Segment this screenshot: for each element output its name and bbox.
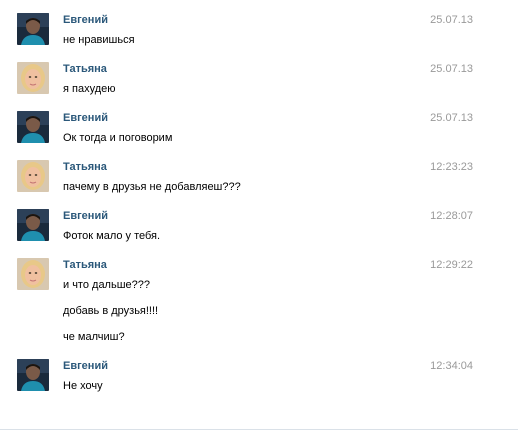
message-history: Евгений 25.07.13 не нравишься Татьяна 25… [0,0,518,434]
evgeny-avatar[interactable] [17,359,49,391]
message-text: пачему в друзья не добавляеш??? [63,181,241,193]
message-timestamp[interactable]: 25.07.13 [430,63,473,75]
tatyana-avatar[interactable] [17,258,49,290]
message-text: че малчиш? [63,331,125,343]
message-author[interactable]: Евгений [63,14,108,26]
divider [0,429,518,430]
evgeny-avatar[interactable] [17,13,49,45]
message-text: Не хочу [63,380,103,392]
message-text: не нравишься [63,34,135,46]
message-author[interactable]: Евгений [63,210,108,222]
message-text: и что дальше??? [63,279,151,291]
tatyana-avatar[interactable] [17,62,49,94]
message-timestamp[interactable]: 12:28:07 [430,210,473,222]
evgeny-avatar[interactable] [17,209,49,241]
message-timestamp[interactable]: 25.07.13 [430,14,473,26]
message-author[interactable]: Евгений [63,112,108,124]
message-timestamp[interactable]: 25.07.13 [430,112,473,124]
message-author[interactable]: Татьяна [63,259,107,271]
message-author[interactable]: Евгений [63,360,108,372]
message-timestamp[interactable]: 12:29:22 [430,259,473,271]
tatyana-avatar[interactable] [17,160,49,192]
message-timestamp[interactable]: 12:23:23 [430,161,473,173]
message-author[interactable]: Татьяна [63,63,107,75]
message-author[interactable]: Татьяна [63,161,107,173]
message-text: Ок тогда и поговорим [63,132,173,144]
evgeny-avatar[interactable] [17,111,49,143]
message-text: Фоток мало у тебя. [63,230,161,242]
message-timestamp[interactable]: 12:34:04 [430,360,473,372]
message-text: я пахудею [63,83,116,95]
message-text: добавь в друзья!!!! [63,305,159,317]
